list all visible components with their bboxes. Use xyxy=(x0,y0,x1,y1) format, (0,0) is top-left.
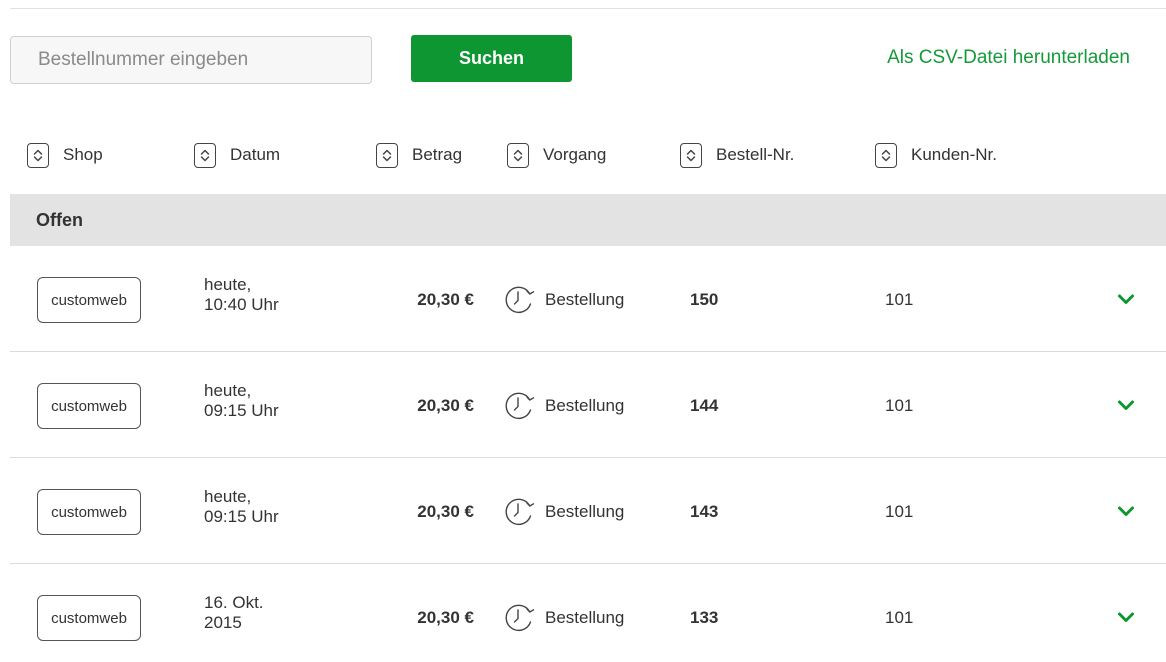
sort-toggle-icon xyxy=(376,142,398,168)
column-label: Datum xyxy=(230,145,281,164)
column-header-customer-number[interactable]: Kunden-Nr. xyxy=(875,140,997,170)
chevron-down-icon[interactable] xyxy=(1117,398,1135,412)
chevron-down-icon[interactable] xyxy=(1117,610,1135,624)
process-label: Bestellung xyxy=(545,502,625,521)
column-label: Shop xyxy=(63,145,103,164)
order-number-cell: 133 xyxy=(690,608,719,627)
column-label: Bestell-Nr. xyxy=(716,145,795,164)
customer-number-cell: 101 xyxy=(885,290,914,309)
shop-badge: customweb xyxy=(37,383,141,429)
order-number-cell: 143 xyxy=(690,502,719,521)
process-cell: Bestellung xyxy=(502,496,624,528)
date-line-1: heute, xyxy=(204,275,252,294)
date-line-2: 10:40 Uhr xyxy=(204,295,279,314)
process-cell: Bestellung xyxy=(502,602,624,634)
column-header-process[interactable]: Vorgang xyxy=(507,140,606,170)
column-label: Betrag xyxy=(412,145,463,164)
process-cell: Bestellung xyxy=(502,390,624,422)
sort-toggle-icon xyxy=(27,142,49,168)
shop-badge: customweb xyxy=(37,277,141,323)
customer-number-cell: 101 xyxy=(885,502,914,521)
amount-cell: 20,30 € xyxy=(417,608,474,627)
date-line-2: 2015 xyxy=(204,613,242,632)
customer-number-cell: 101 xyxy=(885,608,914,627)
date-cell: heute, 09:15 Uhr xyxy=(204,487,279,527)
date-line-2: 09:15 Uhr xyxy=(204,507,279,526)
process-label: Bestellung xyxy=(545,396,625,415)
clock-arrow-icon xyxy=(505,604,535,632)
column-header-date[interactable]: Datum xyxy=(194,140,280,170)
date-cell: 16. Okt. 2015 xyxy=(204,593,264,633)
table-row[interactable]: customweb heute, 10:40 Uhr 20,30 € Beste… xyxy=(10,246,1166,352)
table-row[interactable]: customweb 16. Okt. 2015 20,30 € Bestellu… xyxy=(10,564,1166,662)
sort-toggle-icon xyxy=(507,142,529,168)
date-line-1: 16. Okt. xyxy=(204,593,264,612)
chevron-down-icon[interactable] xyxy=(1117,292,1135,306)
process-cell: Bestellung xyxy=(502,284,624,316)
order-number-cell: 150 xyxy=(690,290,719,309)
column-header-amount[interactable]: Betrag xyxy=(376,140,462,170)
shop-badge: customweb xyxy=(37,489,141,535)
section-header-open: Offen xyxy=(10,194,1166,246)
shop-badge: customweb xyxy=(37,595,141,641)
column-header-order-number[interactable]: Bestell-Nr. xyxy=(680,140,794,170)
chevron-down-icon[interactable] xyxy=(1117,504,1135,518)
clock-arrow-icon xyxy=(505,392,535,420)
date-line-1: heute, xyxy=(204,381,252,400)
order-number-cell: 144 xyxy=(690,396,719,415)
column-label: Vorgang xyxy=(543,145,607,164)
column-header-shop[interactable]: Shop xyxy=(27,140,103,170)
date-line-2: 09:15 Uhr xyxy=(204,401,279,420)
table-header: Shop Datum Betrag Vorgang Bestell-Nr. Ku… xyxy=(0,140,1166,170)
date-cell: heute, 09:15 Uhr xyxy=(204,381,279,421)
amount-cell: 20,30 € xyxy=(417,502,474,521)
amount-cell: 20,30 € xyxy=(417,290,474,309)
section-title: Offen xyxy=(36,209,83,230)
date-line-1: heute, xyxy=(204,487,252,506)
process-label: Bestellung xyxy=(545,608,625,627)
amount-cell: 20,30 € xyxy=(417,396,474,415)
order-number-search-input[interactable] xyxy=(10,36,372,84)
search-button[interactable]: Suchen xyxy=(411,35,572,82)
process-label: Bestellung xyxy=(545,290,625,309)
column-label: Kunden-Nr. xyxy=(911,145,997,164)
clock-arrow-icon xyxy=(505,286,535,314)
sort-toggle-icon xyxy=(680,142,702,168)
date-cell: heute, 10:40 Uhr xyxy=(204,275,279,315)
sort-toggle-icon xyxy=(875,142,897,168)
sort-toggle-icon xyxy=(194,142,216,168)
top-divider xyxy=(10,8,1166,9)
customer-number-cell: 101 xyxy=(885,396,914,415)
clock-arrow-icon xyxy=(505,498,535,526)
table-row[interactable]: customweb heute, 09:15 Uhr 20,30 € Beste… xyxy=(10,458,1166,564)
csv-download-link[interactable]: Als CSV-Datei herunterladen xyxy=(887,47,1130,69)
table-row[interactable]: customweb heute, 09:15 Uhr 20,30 € Beste… xyxy=(10,352,1166,458)
